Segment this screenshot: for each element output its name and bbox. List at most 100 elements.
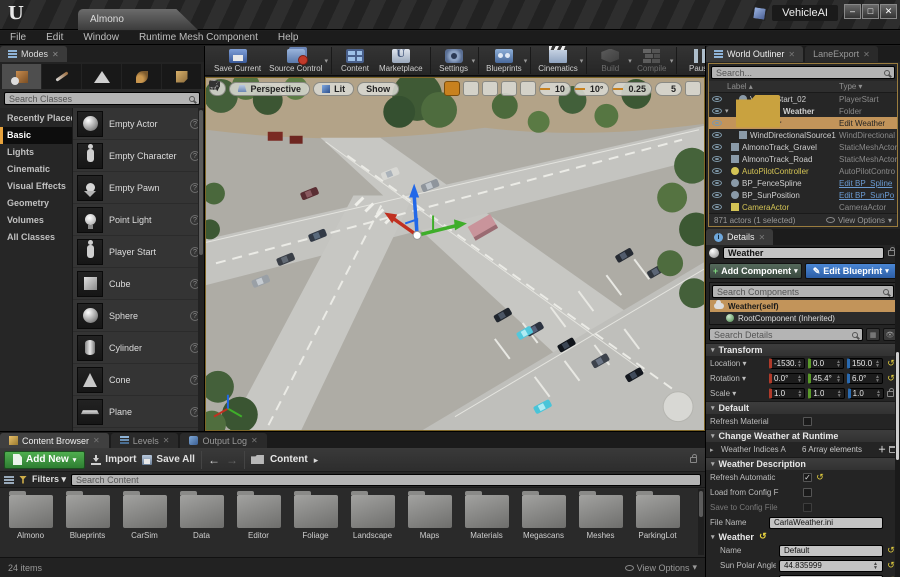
rotation-x-input[interactable]: 0.0°▲▼ [769, 373, 805, 384]
reset-icon[interactable]: ↺ [815, 472, 825, 483]
place-item-sphere[interactable]: Sphere? [73, 300, 204, 332]
save-all-button[interactable]: Save All [142, 454, 195, 465]
scale-lock-icon[interactable] [887, 391, 894, 397]
import-button[interactable]: Import [91, 454, 136, 465]
visibility-eye-icon[interactable] [712, 144, 722, 150]
scale-z-input[interactable]: 1.0▲▼ [848, 388, 884, 399]
actor-name-input[interactable]: Weather [723, 247, 884, 259]
path-chevron-icon[interactable]: ▸ [314, 454, 319, 466]
place-item-cube[interactable]: Cube? [73, 268, 204, 300]
folder-parkinglot[interactable]: ParkingLot [631, 491, 684, 553]
visibility-eye-icon[interactable] [712, 132, 722, 138]
sources-panel-icon[interactable] [4, 476, 14, 484]
category-geometry[interactable]: Geometry [0, 195, 72, 212]
scale-snap-value[interactable]: 0.25 [623, 83, 651, 95]
location-y-input[interactable]: 0.0▲▼ [808, 358, 844, 369]
close-button[interactable]: ✕ [880, 4, 897, 19]
section-change-weather[interactable]: ▾Change Weather at Runtime [706, 429, 900, 442]
chevron-down-icon[interactable]: ▾ [325, 57, 329, 65]
camera-speed-control[interactable]: 5 [655, 82, 682, 96]
folder-megascans[interactable]: Megascans [517, 491, 570, 553]
place-item-plane[interactable]: Plane? [73, 396, 204, 428]
visibility-eye-icon[interactable] [712, 96, 722, 102]
location-x-input[interactable]: -1530.0▲▼ [769, 358, 805, 369]
load-from-config-checkbox[interactable] [803, 488, 812, 497]
search-components-input[interactable]: Search Components [712, 285, 894, 298]
camera-speed-value[interactable]: 5 [666, 83, 681, 95]
mode-landscape-button[interactable] [82, 64, 121, 89]
add-new-button[interactable]: Add New▾ [4, 451, 85, 469]
search-details-input[interactable]: Search Details [709, 328, 863, 341]
blueprints-button[interactable]: Blueprints [482, 47, 526, 74]
folder-maps[interactable]: Maps [403, 491, 456, 553]
surface-snap-button[interactable] [520, 81, 536, 96]
maximize-viewport-button[interactable] [685, 81, 701, 96]
tab-modes[interactable]: Modes✕ [0, 46, 67, 62]
mode-paint-button[interactable] [42, 64, 81, 89]
search-content-input[interactable]: Search Content [71, 474, 701, 486]
chevron-down-icon[interactable]: ▾ [580, 57, 584, 65]
category-lights[interactable]: Lights [0, 144, 72, 161]
tab-details[interactable]: i Details✕ [706, 229, 773, 245]
tab-levels[interactable]: Levels✕ [111, 433, 179, 448]
marketplace-button[interactable]: Marketplace [375, 47, 427, 74]
folder-meshes[interactable]: Meshes [574, 491, 627, 553]
folder-carsim[interactable]: CarSim [118, 491, 171, 553]
outliner-search-input[interactable]: Search... [711, 66, 895, 79]
mode-place-button[interactable] [2, 64, 41, 89]
category-cinematic[interactable]: Cinematic [0, 161, 72, 178]
visibility-eye-icon[interactable] [712, 120, 722, 126]
tab-lane-export[interactable]: LaneExport✕ [805, 46, 878, 62]
folder-landscape[interactable]: Landscape [346, 491, 399, 553]
outliner-view-options[interactable]: View Options ▾ [826, 216, 892, 225]
menu-runtime-mesh-component[interactable]: Runtime Mesh Component [139, 32, 258, 43]
rotation-label[interactable]: Rotation ▾ [710, 374, 766, 383]
cb-view-options[interactable]: View Options ▾ [625, 562, 697, 573]
lock-icon[interactable] [690, 457, 697, 463]
details-scrollbar[interactable] [895, 245, 900, 577]
build-button[interactable]: Build [590, 47, 630, 74]
search-classes-input[interactable]: Search Classes [4, 92, 200, 105]
refresh-material-checkbox[interactable] [803, 417, 812, 426]
visibility-eye-icon[interactable] [712, 108, 722, 114]
source-control-button[interactable]: Source Control [265, 47, 326, 74]
scale-snap-control[interactable]: 0.25 [612, 82, 652, 96]
tab-output-log[interactable]: Output Log✕ [180, 433, 266, 448]
category-volumes[interactable]: Volumes [0, 212, 72, 229]
cinematics-button[interactable]: Cinematics [534, 47, 582, 74]
world-local-toggle[interactable] [501, 81, 517, 96]
rotate-tool-button[interactable] [463, 81, 479, 96]
close-icon[interactable]: ✕ [251, 436, 258, 445]
component-weather-self[interactable]: Weather(self) [710, 300, 896, 312]
category-recently-placed[interactable]: Recently Placed [0, 110, 72, 127]
breadcrumb-content[interactable]: Content [270, 454, 308, 465]
section-weather-description[interactable]: ▾Weather Description [706, 457, 900, 470]
visibility-eye-icon[interactable] [712, 192, 722, 198]
category-visual-effects[interactable]: Visual Effects [0, 178, 72, 195]
expander-icon[interactable]: ▸ [710, 446, 718, 454]
close-icon[interactable]: ✕ [759, 233, 766, 242]
chevron-down-icon[interactable]: ▾ [472, 57, 476, 65]
folder-almono[interactable]: Almono [4, 491, 57, 553]
show-button[interactable]: Show [357, 82, 399, 96]
close-icon[interactable]: ✕ [863, 50, 870, 59]
minimize-button[interactable]: – [844, 4, 861, 19]
move-tool-button[interactable] [444, 81, 460, 96]
place-item-empty-actor[interactable]: Empty Actor? [73, 108, 204, 140]
chevron-down-icon[interactable]: ▾ [524, 57, 528, 65]
expander-icon[interactable]: ▾ [725, 107, 733, 115]
reset-icon[interactable]: ↺ [758, 531, 768, 542]
close-icon[interactable]: ✕ [52, 50, 59, 59]
folder-foliage[interactable]: Foliage [289, 491, 342, 553]
place-item-point-light[interactable]: Point Light? [73, 204, 204, 236]
scale-x-input[interactable]: 1.0▲▼ [769, 388, 805, 399]
place-item-empty-character[interactable]: Empty Character? [73, 140, 204, 172]
place-item-empty-pawn[interactable]: Empty Pawn? [73, 172, 204, 204]
add-component-button[interactable]: +Add Component▾ [709, 263, 802, 279]
location-z-input[interactable]: 150.0▲▼ [847, 358, 883, 369]
folder-blueprints[interactable]: Blueprints [61, 491, 114, 553]
lit-button[interactable]: Lit [313, 82, 354, 96]
lock-icon[interactable] [888, 250, 895, 256]
perspective-button[interactable]: Perspective [229, 82, 311, 96]
place-item-player-start[interactable]: Player Start? [73, 236, 204, 268]
